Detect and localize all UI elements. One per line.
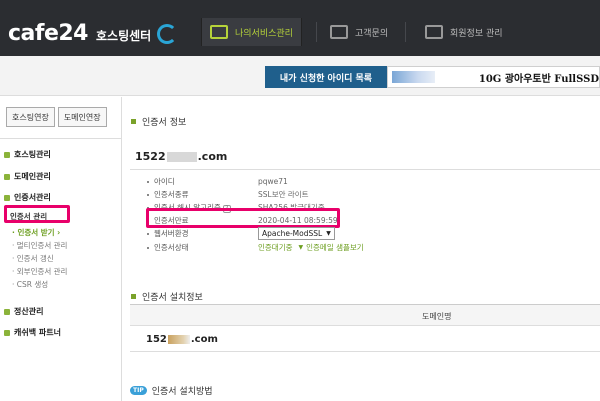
install-table-header: 도메인명	[130, 304, 600, 326]
section-title-text: 인증서 정보	[142, 118, 187, 128]
row-value: SSL보안 라이트	[258, 190, 309, 199]
renewal-buttons: 호스팅연장 도메인연장	[6, 107, 107, 127]
logo-subtitle: 호스팅센터	[96, 29, 152, 43]
section-title-text: 인증서 설치정보	[142, 293, 203, 303]
sidebar-item-cashback[interactable]: 캐쉬백 파트너	[4, 327, 61, 338]
row-label: 인증서상태	[154, 243, 189, 252]
menu-label: 인증서관리	[14, 193, 51, 202]
id-list-label: 내가 신청한 아이디 목록	[265, 66, 387, 88]
column-header-domain: 도메인명	[422, 312, 452, 321]
menu-bullet-icon	[4, 173, 10, 180]
cert-domain: 1522 .com	[135, 150, 227, 163]
row-label: 인증서종류	[154, 190, 189, 199]
nav-label: 회원정보 관리	[450, 28, 503, 39]
domain-suffix: .com	[190, 334, 218, 345]
section-bullet-icon	[131, 119, 136, 124]
webserver-select[interactable]: Apache-ModSSL ▼	[258, 227, 335, 240]
sample-mail-link[interactable]: 인증메일 샘플보기	[306, 242, 364, 253]
section-title-text: 인증서 설치방법	[151, 387, 213, 397]
domain-suffix: .com	[197, 150, 228, 163]
masked-id	[392, 71, 435, 83]
install-method-title: TIP 인증서 설치방법	[130, 384, 213, 397]
top-header: cafe24 호스팅센터 나의서비스관리 고객문의 회원정보 관리	[0, 0, 600, 56]
table-row: 152 .com	[146, 334, 218, 345]
chevron-down-icon: ▼	[326, 230, 331, 237]
menu-bullet-icon	[4, 308, 10, 315]
install-info-title: 인증서 설치정보	[131, 290, 203, 303]
main-content: 인증서 정보 1522 .com 아이디 pqwe71 인증서종류 SSL보안 …	[123, 97, 600, 401]
menu-label: 호스팅관리	[14, 150, 51, 159]
menu-label: 캐쉬백 파트너	[14, 328, 61, 337]
sidebar: 호스팅연장 도메인연장 호스팅관리 도메인관리 인증서관리 인증서 관리 · 인…	[0, 97, 122, 401]
row-bullet	[147, 246, 149, 249]
row-bullet	[147, 180, 149, 183]
status-value: 인증대기중	[258, 243, 293, 252]
info-divider	[130, 169, 600, 170]
row-label: 웹서버환경	[154, 229, 189, 238]
member-info-icon	[425, 25, 443, 39]
nav-label: 고객문의	[355, 28, 389, 39]
sidebar-divider	[0, 138, 122, 139]
highlight-cert-manage	[4, 205, 70, 223]
masked-domain	[167, 335, 190, 344]
row-bullet	[147, 232, 149, 235]
id-list-value: 10G 광아우토반 FullSSD	[478, 73, 599, 85]
row-value: pqwe71	[258, 177, 288, 186]
tip-badge: TIP	[130, 386, 147, 395]
sidebar-sub-cert-receive[interactable]: · 인증서 받기 ›	[12, 227, 60, 238]
masked-domain	[166, 151, 197, 162]
nav-member-info[interactable]: 회원정보 관리	[425, 18, 503, 46]
logo-swirl-icon	[157, 24, 178, 44]
cert-info-title: 인증서 정보	[131, 115, 186, 128]
sidebar-item-certificate[interactable]: 인증서관리	[4, 192, 51, 203]
info-row-cert-type: 인증서종류 SSL보안 라이트	[147, 189, 309, 200]
table-divider	[130, 351, 600, 352]
id-list-select[interactable]: 10G 광아우토반 FullSSD	[387, 66, 600, 88]
domain-renew-button[interactable]: 도메인연장	[57, 107, 107, 127]
menu-bullet-icon	[4, 151, 10, 158]
highlight-expiry	[146, 208, 340, 228]
id-list-bar: 내가 신청한 아이디 목록 10G 광아우토반 FullSSD	[0, 56, 600, 96]
sidebar-sub-csr[interactable]: · CSR 생성	[12, 279, 48, 290]
sidebar-item-hosting[interactable]: 호스팅관리	[4, 149, 51, 160]
sidebar-item-domain[interactable]: 도메인관리	[4, 171, 51, 182]
nav-customer-inquiry[interactable]: 고객문의	[330, 18, 388, 46]
nav-label: 나의서비스관리	[235, 28, 293, 39]
nav-divider	[405, 22, 406, 42]
section-bullet-icon	[131, 294, 136, 299]
menu-label: 도메인관리	[14, 172, 51, 181]
sidebar-sub-multi-cert[interactable]: · 멀티인증서 관리	[12, 240, 67, 251]
domain-prefix: 152	[146, 334, 167, 345]
monitor-settings-icon	[210, 25, 228, 39]
row-label: 아이디	[154, 177, 175, 186]
sidebar-item-settlement[interactable]: 정산관리	[4, 306, 43, 317]
sidebar-sub-external-cert[interactable]: · 외부인증서 관리	[12, 266, 67, 277]
domain-prefix: 1522	[135, 150, 166, 163]
info-row-id: 아이디 pqwe71	[147, 176, 288, 187]
select-value: Apache-ModSSL	[262, 229, 323, 238]
hosting-renew-button[interactable]: 호스팅연장	[6, 107, 55, 127]
triangle-down-icon: ▼	[298, 244, 304, 251]
nav-divider	[316, 22, 317, 42]
info-row-status: 인증서상태 인증대기중 ▼ 인증메일 샘플보기	[147, 242, 364, 253]
support-monitor-icon	[330, 25, 348, 39]
sidebar-sub-cert-renew[interactable]: · 인증서 갱신	[12, 253, 54, 264]
info-row-webserver: 웹서버환경 Apache-ModSSL ▼	[147, 227, 335, 240]
cafe24-logo[interactable]: cafe24 호스팅센터	[8, 20, 178, 46]
menu-bullet-icon	[4, 194, 10, 201]
menu-bullet-icon	[4, 329, 10, 336]
row-bullet	[147, 193, 149, 196]
menu-label: 정산관리	[14, 307, 44, 316]
nav-my-service[interactable]: 나의서비스관리	[201, 18, 302, 46]
logo-text: cafe24	[8, 21, 89, 46]
